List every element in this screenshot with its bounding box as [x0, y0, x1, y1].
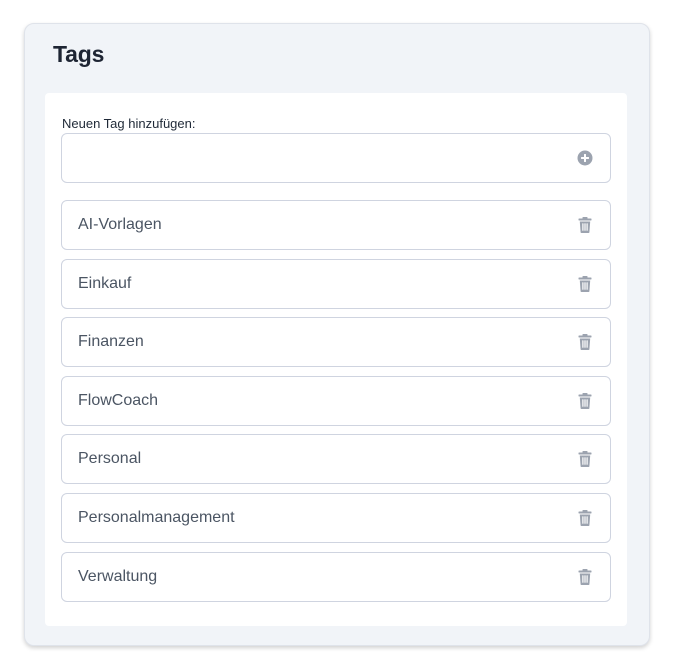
trash-icon[interactable]: [574, 390, 596, 412]
tag-label: Einkauf: [78, 275, 132, 292]
tag-row: AI-Vorlagen: [61, 200, 611, 250]
trash-icon[interactable]: [574, 448, 596, 470]
tag-label: Verwaltung: [78, 568, 158, 585]
tag-label: Finanzen: [78, 333, 144, 350]
new-tag-input[interactable]: [62, 134, 610, 182]
tag-label: AI-Vorlagen: [78, 216, 162, 233]
tags-card: Tags Neuen Tag hinzufügen: AI-Vorlagen Ei…: [24, 23, 650, 646]
tag-label: Personalmanagement: [78, 509, 235, 526]
tag-row: Finanzen: [61, 317, 611, 367]
trash-icon[interactable]: [574, 566, 596, 588]
card-title: Tags: [53, 41, 105, 67]
trash-icon[interactable]: [574, 331, 596, 353]
plus-circle-icon[interactable]: [574, 147, 596, 169]
new-tag-label: Neuen Tag hinzufügen:: [62, 116, 196, 131]
new-tag-field: [61, 133, 611, 183]
trash-icon[interactable]: [574, 507, 596, 529]
trash-icon[interactable]: [574, 214, 596, 236]
tag-label: Personal: [78, 450, 142, 467]
tag-label: FlowCoach: [78, 392, 159, 409]
tag-row: Personalmanagement: [61, 493, 611, 543]
tag-row: FlowCoach: [61, 376, 611, 426]
tag-row: Personal: [61, 434, 611, 484]
tag-row: Einkauf: [61, 259, 611, 309]
tag-row: Verwaltung: [61, 552, 611, 602]
tags-panel: Neuen Tag hinzufügen: AI-Vorlagen Einkauf…: [45, 93, 627, 626]
trash-icon[interactable]: [574, 273, 596, 295]
